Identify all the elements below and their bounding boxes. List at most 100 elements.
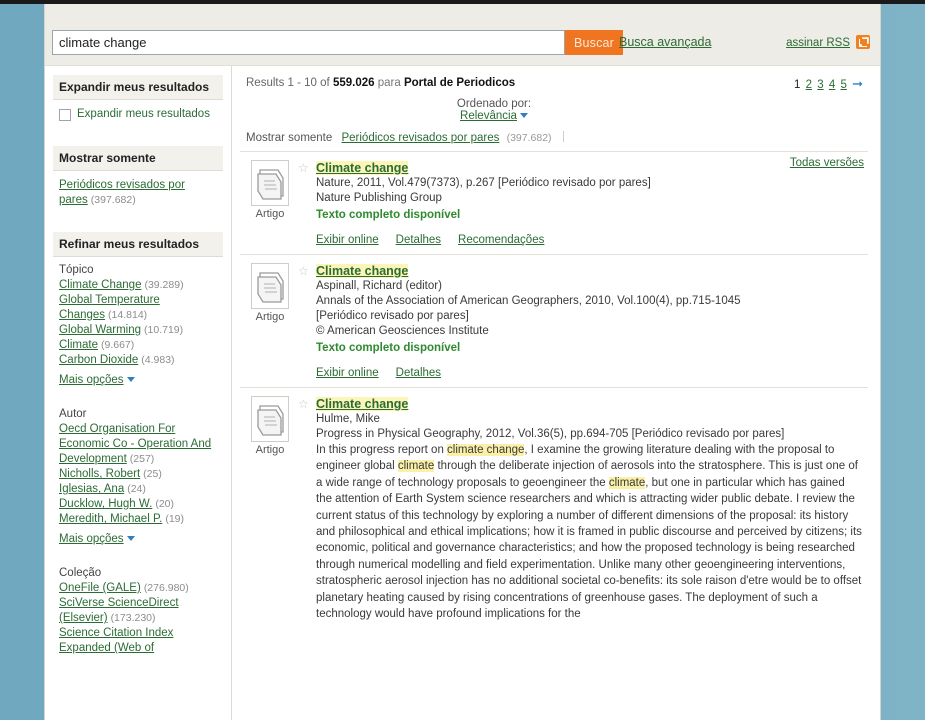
page-current: 1 (794, 79, 801, 91)
facet-count: (14.814) (108, 309, 148, 321)
facet-item-peer-reviewed[interactable]: Periódicos revisados por pares (397.682) (59, 178, 217, 208)
result-meta-line: [Periódico revisado por pares] (316, 310, 469, 322)
result-meta-line: Hulme, Mike (316, 413, 380, 425)
facet-count: (19) (165, 513, 185, 525)
facet-item[interactable]: Nicholls, Robert (25) (59, 467, 217, 482)
more-options-autor[interactable]: Mais opções (59, 533, 124, 545)
chevron-down-icon[interactable] (519, 113, 528, 119)
facet-link[interactable]: Meredith, Michael P. (59, 513, 162, 525)
facet-link[interactable]: Carbon Dioxide (59, 354, 138, 366)
facet-item[interactable]: SciVerse ScienceDirect (Elsevier) (173.23… (59, 596, 217, 626)
show-only-peer-reviewed-link[interactable]: Periódicos revisados por pares (341, 132, 499, 144)
results-para-label: para (377, 77, 401, 89)
sort-value[interactable]: Relevância (460, 110, 517, 122)
facet-item[interactable]: Climate Change (39.289) (59, 278, 217, 293)
result-type-label: Artigo (255, 208, 285, 220)
abstract-highlight: climate change (447, 444, 525, 456)
page-link-2[interactable]: 2 (806, 79, 812, 91)
facet-item[interactable]: Science Citation Index Expanded (Web of (59, 626, 217, 656)
facet-item[interactable]: Oecd Organisation For Economic Co - Oper… (59, 422, 217, 467)
rss-icon[interactable] (856, 35, 870, 49)
facet-group-label-colecao: Coleção (59, 567, 102, 579)
result-title-link[interactable]: Climate change (316, 161, 409, 175)
all-versions-link[interactable]: Todas versões (790, 157, 864, 169)
expand-results-row[interactable]: Expandir meus resultados (59, 107, 217, 122)
arrow-right-icon[interactable]: ➞ (852, 76, 863, 91)
result-fulltext-status: Texto completo disponível (316, 342, 461, 354)
action-exibir-online[interactable]: Exibir online (316, 234, 379, 246)
page-link-5[interactable]: 5 (840, 79, 846, 91)
facet-count: (173.230) (110, 612, 156, 624)
result-abstract: In this progress report on climate chang… (316, 444, 862, 621)
expand-results-checkbox[interactable] (59, 109, 71, 121)
result-actions: Exibir online Detalhes (316, 367, 862, 379)
chevron-down-icon[interactable] (126, 377, 135, 383)
star-icon[interactable]: ☆ (298, 265, 309, 277)
facet-panel-expand: Expandir meus resultados Expandir meus r… (53, 75, 223, 134)
facet-item[interactable]: Global Temperature Changes (14.814) (59, 293, 217, 323)
result-item[interactable]: Artigo ☆ Climate change Hulme, Mike Prog… (240, 388, 868, 630)
action-exibir-online[interactable]: Exibir online (316, 367, 379, 379)
result-body: Climate change Hulme, Mike Progress in P… (296, 396, 866, 622)
result-meta-line: Nature Publishing Group (316, 192, 442, 204)
facet-item[interactable]: Meredith, Michael P. (19) (59, 512, 217, 527)
action-detalhes[interactable]: Detalhes (396, 367, 441, 379)
facet-title-show-only: Mostrar somente (53, 146, 223, 171)
advanced-search-link[interactable]: Busca avançada (619, 35, 711, 49)
result-title-link[interactable]: Climate change (316, 397, 409, 411)
facet-group-label-topico: Tópico (59, 264, 94, 276)
result-type-label: Artigo (255, 444, 285, 456)
facet-count: (20) (155, 498, 175, 510)
abstract-highlight: climate (608, 476, 646, 489)
star-icon[interactable]: ☆ (298, 162, 309, 174)
facet-count: (4.983) (141, 354, 175, 366)
facet-link[interactable]: Iglesias, Ana (59, 483, 124, 495)
facet-item[interactable]: Ducklow, Hugh W. (20) (59, 497, 217, 512)
facet-item[interactable]: Iglesias, Ana (24) (59, 482, 217, 497)
facet-link[interactable]: Climate (59, 339, 98, 351)
facet-link[interactable]: Climate Change (59, 279, 141, 291)
page-link-4[interactable]: 4 (829, 79, 835, 91)
more-options-topico[interactable]: Mais opções (59, 374, 124, 386)
document-stack-icon (251, 396, 289, 442)
abstract-highlight: climate (397, 460, 435, 473)
result-body: Climate change Aspinall, Richard (editor… (296, 263, 866, 379)
result-meta-line: Nature, 2011, Vol.479(7373), p.267 [Peri… (316, 177, 651, 189)
page-link-3[interactable]: 3 (817, 79, 823, 91)
facet-link[interactable]: Global Warming (59, 324, 141, 336)
sort-control: Ordenado por: Relevância (240, 98, 868, 122)
result-meta-line: Aspinall, Richard (editor) (316, 280, 442, 292)
result-icon-column: Artigo (242, 396, 296, 622)
action-detalhes[interactable]: Detalhes (396, 234, 441, 246)
content-wrapper: Expandir meus resultados Expandir meus r… (45, 66, 880, 720)
facet-panel-refine: Refinar meus resultados Tópico Climate C… (53, 232, 223, 668)
search-input[interactable] (52, 30, 565, 55)
facet-item[interactable]: Carbon Dioxide (4.983) (59, 353, 217, 368)
facet-item[interactable]: Global Warming (10.719) (59, 323, 217, 338)
chevron-down-icon[interactable] (126, 536, 135, 542)
facet-link[interactable]: Ducklow, Hugh W. (59, 498, 152, 510)
facet-group-autor: Autor Oecd Organisation For Economic Co … (53, 394, 223, 553)
show-only-filter-row: Mostrar somente Periódicos revisados por… (240, 131, 868, 152)
result-item[interactable]: Artigo ☆ Climate change Aspinall, Richar… (240, 255, 868, 388)
result-meta-line: © American Geosciences Institute (316, 325, 489, 337)
facet-title-expand: Expandir meus resultados (53, 75, 223, 100)
facet-item[interactable]: Climate (9.667) (59, 338, 217, 353)
result-title-link[interactable]: Climate change (316, 264, 409, 278)
facet-item[interactable]: OneFile (GALE) (276.980) (59, 581, 217, 596)
sort-label: Ordenado por: (456, 98, 532, 110)
expand-results-label: Expandir meus resultados (77, 108, 210, 120)
action-recomendacoes[interactable]: Recomendações (458, 234, 544, 246)
facet-link[interactable]: OneFile (GALE) (59, 582, 141, 594)
result-item[interactable]: Artigo ☆ Climate change Nature, 2011, Vo… (240, 152, 868, 255)
facet-link[interactable]: Science Citation Index Expanded (Web of (59, 627, 173, 654)
facet-link[interactable]: Nicholls, Robert (59, 468, 140, 480)
document-stack-icon (251, 263, 289, 309)
search-button[interactable]: Buscar (565, 30, 623, 55)
rss-subscribe-link[interactable]: assinar RSS (786, 37, 850, 49)
result-fulltext-status: Texto completo disponível (316, 209, 461, 221)
star-icon[interactable]: ☆ (298, 398, 309, 410)
facet-count: (257) (129, 453, 155, 465)
results-total: 559.026 (332, 77, 375, 89)
facet-panel-show-only: Mostrar somente Periódicos revisados por… (53, 146, 223, 220)
